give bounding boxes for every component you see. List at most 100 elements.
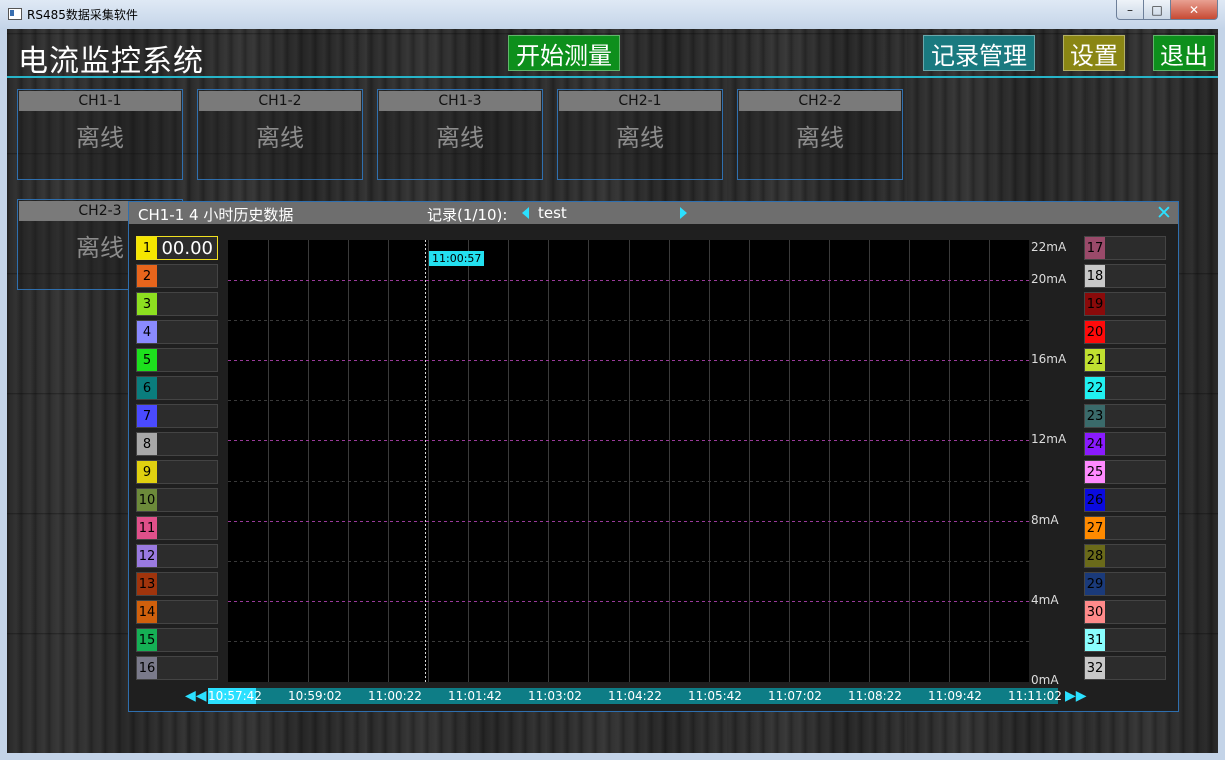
- y-tick-label: 22mA: [1031, 240, 1067, 254]
- channel-card-status: 离线: [616, 124, 664, 152]
- channel-color-swatch: 11: [137, 517, 157, 539]
- x-tick-label: 11:08:22: [848, 689, 902, 703]
- next-record-icon[interactable]: [680, 207, 687, 219]
- channel-color-swatch: 6: [137, 377, 157, 399]
- channel-card-ch1-3[interactable]: CH1-3 离线: [377, 89, 543, 180]
- x-tick-label: 11:00:22: [368, 689, 422, 703]
- channel-color-swatch: 22: [1085, 377, 1105, 399]
- channel-1-toggle[interactable]: 1 00.00: [136, 236, 218, 260]
- minimize-button[interactable]: –: [1116, 0, 1144, 20]
- channel-15-toggle[interactable]: 15: [136, 628, 218, 652]
- channel-31-toggle[interactable]: 31: [1084, 628, 1166, 652]
- channel-18-toggle[interactable]: 18: [1084, 264, 1166, 288]
- channel-29-toggle[interactable]: 29: [1084, 572, 1166, 596]
- channel-7-toggle[interactable]: 7: [136, 404, 218, 428]
- channel-11-toggle[interactable]: 11: [136, 516, 218, 540]
- channel-12-toggle[interactable]: 12: [136, 544, 218, 568]
- channel-color-swatch: 8: [137, 433, 157, 455]
- channel-19-toggle[interactable]: 19: [1084, 292, 1166, 316]
- channel-27-toggle[interactable]: 27: [1084, 516, 1166, 540]
- channel-13-toggle[interactable]: 13: [136, 572, 218, 596]
- channel-card-ch1-1[interactable]: CH1-1 离线: [17, 89, 183, 180]
- channel-card-status: 离线: [256, 124, 304, 152]
- history-chart-plot[interactable]: [228, 240, 1029, 682]
- channel-color-swatch: 19: [1085, 293, 1105, 315]
- channel-6-toggle[interactable]: 6: [136, 376, 218, 400]
- header-divider: [7, 76, 1218, 78]
- channel-card-title: CH2-2: [739, 91, 901, 111]
- channel-26-toggle[interactable]: 26: [1084, 488, 1166, 512]
- y-tick-label: 20mA: [1031, 272, 1067, 287]
- channel-5-toggle[interactable]: 5: [136, 348, 218, 372]
- channel-9-toggle[interactable]: 9: [136, 460, 218, 484]
- channel-card-status: 离线: [436, 124, 484, 152]
- channel-card-ch1-2[interactable]: CH1-2 离线: [197, 89, 363, 180]
- channel-color-swatch: 24: [1085, 433, 1105, 455]
- channel-25-toggle[interactable]: 25: [1084, 460, 1166, 484]
- channel-4-toggle[interactable]: 4: [136, 320, 218, 344]
- x-tick-label: 11:07:02: [768, 689, 822, 703]
- channel-color-swatch: 3: [137, 293, 157, 315]
- x-tick-label: 11:03:02: [528, 689, 582, 703]
- channel-20-toggle[interactable]: 20: [1084, 320, 1166, 344]
- start-measure-button[interactable]: 开始测量: [508, 35, 620, 71]
- channel-23-toggle[interactable]: 23: [1084, 404, 1166, 428]
- channel-color-swatch: 31: [1085, 629, 1105, 651]
- y-tick-label: 16mA: [1031, 352, 1067, 367]
- channel-3-toggle[interactable]: 3: [136, 292, 218, 316]
- x-tick-label: 11:09:42: [928, 689, 982, 703]
- channel-color-swatch: 20: [1085, 321, 1105, 343]
- window-close-button[interactable]: ✕: [1170, 0, 1218, 20]
- channel-color-swatch: 26: [1085, 489, 1105, 511]
- channel-22-toggle[interactable]: 22: [1084, 376, 1166, 400]
- channel-32-toggle[interactable]: 32: [1084, 656, 1166, 680]
- scroll-left-icon[interactable]: ◀◀: [185, 688, 207, 704]
- maximize-button[interactable]: □: [1143, 0, 1171, 20]
- channel-card-status: 离线: [76, 124, 124, 152]
- window-frame-bottom: [0, 753, 1225, 760]
- panel-close-icon[interactable]: ✕: [1156, 202, 1172, 224]
- y-tick-label: 8mA: [1031, 512, 1059, 527]
- window-titlebar[interactable]: RS485数据采集软件: [0, 0, 1225, 30]
- scroll-right-icon[interactable]: ▶▶: [1065, 688, 1087, 704]
- channel-24-toggle[interactable]: 24: [1084, 432, 1166, 456]
- panel-header[interactable]: CH1-1 4 小时历史数据 记录(1/10): test ✕: [129, 202, 1178, 224]
- channel-28-toggle[interactable]: 28: [1084, 544, 1166, 568]
- channel-8-toggle[interactable]: 8: [136, 432, 218, 456]
- channel-color-swatch: 2: [137, 265, 157, 287]
- channel-16-toggle[interactable]: 16: [136, 656, 218, 680]
- channel-value: 00.00: [161, 238, 213, 259]
- y-tick-label: 0mA: [1031, 673, 1059, 687]
- record-label: 记录(1/10):: [427, 206, 508, 224]
- channel-color-swatch: 12: [137, 545, 157, 567]
- channel-color-swatch: 15: [137, 629, 157, 651]
- channel-21-toggle[interactable]: 21: [1084, 348, 1166, 372]
- settings-button[interactable]: 设置: [1063, 35, 1125, 71]
- channel-color-swatch: 25: [1085, 461, 1105, 483]
- channel-color-swatch: 32: [1085, 657, 1105, 679]
- channel-card-title: CH1-2: [199, 91, 361, 111]
- app-title: 电流监控系统: [18, 44, 204, 79]
- channel-color-swatch: 14: [137, 601, 157, 623]
- previous-record-icon[interactable]: [522, 207, 529, 219]
- channel-10-toggle[interactable]: 10: [136, 488, 218, 512]
- record-management-button[interactable]: 记录管理: [923, 35, 1035, 71]
- channel-card-title: CH1-1: [19, 91, 181, 111]
- exit-button[interactable]: 退出: [1153, 35, 1215, 71]
- channel-color-swatch: 16: [137, 657, 157, 679]
- channel-17-toggle[interactable]: 17: [1084, 236, 1166, 260]
- x-tick-label: 10:57:42: [208, 689, 262, 703]
- window-frame-left: [0, 29, 7, 760]
- x-tick-label: 11:04:22: [608, 689, 662, 703]
- channel-30-toggle[interactable]: 30: [1084, 600, 1166, 624]
- channel-14-toggle[interactable]: 14: [136, 600, 218, 624]
- channel-color-swatch: 4: [137, 321, 157, 343]
- channel-card-ch2-1[interactable]: CH2-1 离线: [557, 89, 723, 180]
- panel-title: CH1-1 4 小时历史数据: [138, 206, 294, 224]
- client-area: 电流监控系统 开始测量 记录管理 设置 退出 CH1-1 离线 CH1-2 离线…: [7, 29, 1218, 753]
- channel-2-toggle[interactable]: 2: [136, 264, 218, 288]
- y-tick-label: 12mA: [1031, 432, 1067, 447]
- channel-card-ch2-2[interactable]: CH2-2 离线: [737, 89, 903, 180]
- cursor-time-tag: 11:00:57: [429, 251, 485, 266]
- channel-color-swatch: 29: [1085, 573, 1105, 595]
